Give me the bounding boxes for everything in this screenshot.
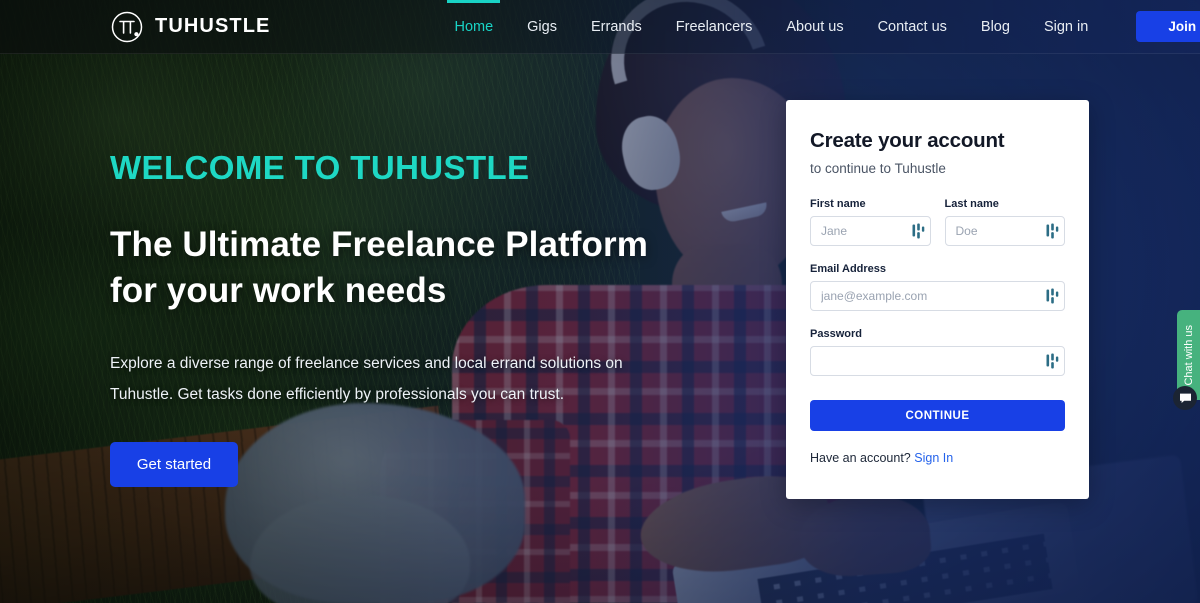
- chat-bubble-icon: [1179, 393, 1191, 403]
- hero-copy-block: WELCOME TO TUHUSTLE The Ultimate Freelan…: [110, 149, 690, 487]
- last-name-input-wrap: [944, 216, 1065, 246]
- join-button[interactable]: Join: [1136, 11, 1200, 42]
- hero-subcopy: Explore a diverse range of freelance ser…: [110, 354, 623, 403]
- nav-item-contact-us[interactable]: Contact us: [861, 0, 964, 54]
- password-label: Password: [810, 328, 862, 340]
- email-field-group: Email Address: [810, 263, 1065, 311]
- password-field-group: Password: [810, 328, 1065, 376]
- nav-item-label: Sign in: [1043, 18, 1089, 35]
- signup-card: Create your account to continue to Tuhus…: [786, 100, 1089, 499]
- tuhustle-circle-monogram-icon: [111, 11, 143, 42]
- nav-item-label: Home: [454, 18, 494, 35]
- chat-bubble-button[interactable]: [1173, 386, 1197, 410]
- hero-eyebrow: WELCOME TO TUHUSTLE: [110, 149, 530, 186]
- signup-title: Create your account: [810, 129, 1005, 152]
- nav-item-sign-in[interactable]: Sign in: [1027, 0, 1105, 54]
- nav-item-gigs[interactable]: Gigs: [510, 0, 574, 54]
- nav-item-label: Gigs: [527, 18, 557, 35]
- nav-item-label: Freelancers: [675, 18, 753, 35]
- email-label: Email Address: [810, 263, 887, 275]
- nav-item-label: Contact us: [877, 18, 947, 35]
- email-input[interactable]: [810, 281, 1065, 311]
- last-name-field-group: Last name: [944, 198, 1065, 246]
- have-account-row: Have an account? Sign In: [810, 451, 1065, 465]
- last-name-label: Last name: [944, 198, 999, 210]
- email-input-wrap: [810, 281, 1065, 311]
- nav-item-label: Blog: [980, 18, 1010, 35]
- last-name-input[interactable]: [944, 216, 1065, 246]
- brand-logo[interactable]: TUHUSTLE: [110, 10, 270, 44]
- hero-headline: The Ultimate Freelance Platform for your…: [110, 225, 648, 311]
- password-input[interactable]: [810, 346, 1065, 376]
- name-fields-row: First name Last name: [810, 198, 1065, 246]
- nav-item-home[interactable]: Home: [437, 0, 510, 54]
- first-name-label: First name: [810, 198, 866, 210]
- brand-name: TUHUSTLE: [155, 15, 271, 37]
- password-input-wrap: [810, 346, 1065, 376]
- nav-item-about-us[interactable]: About us: [769, 0, 860, 54]
- first-name-input-wrap: [810, 216, 931, 246]
- get-started-button[interactable]: Get started: [110, 441, 238, 487]
- have-account-text: Have an account?: [810, 451, 911, 465]
- first-name-input[interactable]: [810, 216, 931, 246]
- site-header: TUHUSTLE Home Gigs Errands Freelancers A…: [0, 0, 1200, 54]
- nav-item-freelancers[interactable]: Freelancers: [659, 0, 770, 54]
- nav-item-label: Errands: [590, 18, 642, 35]
- main-navigation: Home Gigs Errands Freelancers About us C…: [437, 0, 1200, 54]
- nav-item-blog[interactable]: Blog: [964, 0, 1027, 54]
- nav-item-label: About us: [786, 18, 844, 35]
- page-root: TUHUSTLE Home Gigs Errands Freelancers A…: [0, 0, 1200, 603]
- first-name-field-group: First name: [810, 198, 931, 246]
- chat-tab-label: Chat with us: [1182, 324, 1195, 386]
- continue-button[interactable]: CONTINUE: [810, 400, 1065, 431]
- sign-in-link[interactable]: Sign In: [914, 451, 953, 465]
- nav-item-errands[interactable]: Errands: [574, 0, 659, 54]
- signup-subtitle: to continue to Tuhustle: [810, 161, 946, 176]
